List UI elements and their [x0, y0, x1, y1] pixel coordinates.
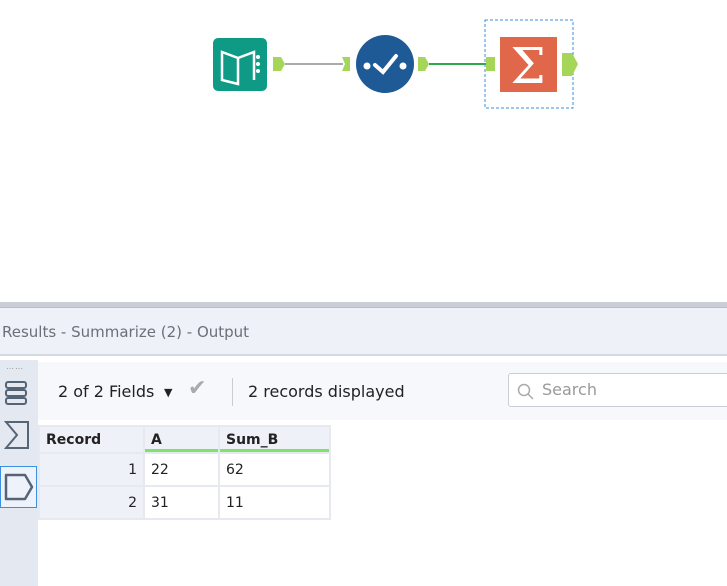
search-placeholder: Search — [542, 380, 597, 399]
results-header: Results - Summarize (2) - Output — [0, 308, 727, 356]
cell-a[interactable]: 31 — [143, 485, 220, 520]
summarize-tool[interactable]: Σ — [500, 37, 557, 95]
search-icon — [517, 383, 534, 400]
results-sidebar: ⋯⋯ — [0, 360, 38, 586]
records-count: 2 records displayed — [248, 382, 405, 401]
grip-icon[interactable]: ⋯⋯ — [6, 364, 24, 373]
cell-sum-b[interactable]: 62 — [218, 452, 331, 487]
results-title: Results - Summarize (2) - Output — [2, 323, 250, 341]
sigma-icon — [4, 421, 29, 449]
output-anchor — [418, 57, 429, 71]
table-row: 1 22 62 — [38, 452, 331, 487]
cell-a[interactable]: 22 — [143, 452, 220, 487]
column-header-a[interactable]: A — [143, 425, 220, 454]
svg-text:Σ: Σ — [510, 37, 545, 95]
anchor-icon — [4, 473, 34, 501]
table-view-icon — [5, 381, 27, 405]
input-anchor — [342, 57, 350, 71]
output-anchor — [273, 57, 285, 71]
cell-sum-b[interactable]: 11 — [218, 485, 331, 520]
workflow-diagram: Σ — [213, 19, 578, 109]
record-cell[interactable]: 1 — [38, 452, 145, 487]
table-row: 2 31 11 — [38, 485, 331, 520]
column-header-sum-b[interactable]: Sum_B — [218, 425, 331, 454]
output-anchor — [562, 53, 578, 76]
fields-dropdown[interactable]: 2 of 2 Fields — [58, 382, 154, 401]
results-table: Record A Sum_B 1 22 62 2 31 11 — [38, 425, 331, 520]
output-anchor-tab[interactable] — [0, 466, 37, 508]
workflow-canvas[interactable]: Σ — [0, 0, 727, 302]
table-header-row: Record A Sum_B — [38, 425, 331, 454]
input-anchor — [486, 57, 495, 71]
chevron-down-icon[interactable]: ▼ — [164, 386, 172, 399]
search-input[interactable]: Search — [508, 373, 727, 407]
column-header-record[interactable]: Record — [38, 425, 145, 454]
check-icon[interactable]: ✔ — [188, 376, 206, 401]
select-tool[interactable] — [356, 35, 414, 93]
input-data-tool[interactable] — [213, 38, 267, 91]
divider — [232, 378, 233, 406]
record-cell[interactable]: 2 — [38, 485, 145, 520]
